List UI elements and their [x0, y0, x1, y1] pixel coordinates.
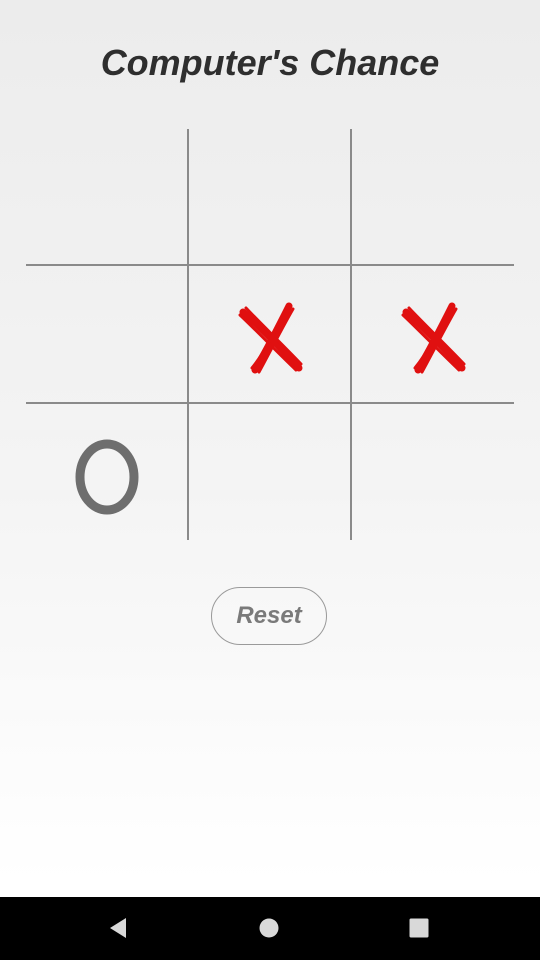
- board-cell-5[interactable]: [352, 266, 514, 402]
- board-cell-7[interactable]: [189, 404, 351, 540]
- board-cell-6[interactable]: [26, 404, 188, 540]
- game-board: [26, 129, 514, 540]
- o-mark-icon: [75, 439, 139, 515]
- recents-icon[interactable]: [404, 913, 434, 943]
- reset-button[interactable]: Reset: [211, 587, 327, 645]
- board-cell-2[interactable]: [352, 129, 514, 265]
- board-cell-3[interactable]: [26, 266, 188, 402]
- board-cell-0[interactable]: [26, 129, 188, 265]
- home-icon[interactable]: [254, 913, 284, 943]
- board-cell-1[interactable]: [189, 129, 351, 265]
- back-icon[interactable]: [104, 913, 134, 943]
- board-cell-4[interactable]: [189, 266, 351, 402]
- x-mark-icon: [238, 302, 303, 374]
- x-mark-icon: [401, 302, 466, 374]
- game-screen: Computer's Chance Reset: [0, 0, 540, 960]
- board-cell-8[interactable]: [352, 404, 514, 540]
- page-title: Computer's Chance: [100, 42, 440, 83]
- system-nav-bar: [0, 897, 540, 960]
